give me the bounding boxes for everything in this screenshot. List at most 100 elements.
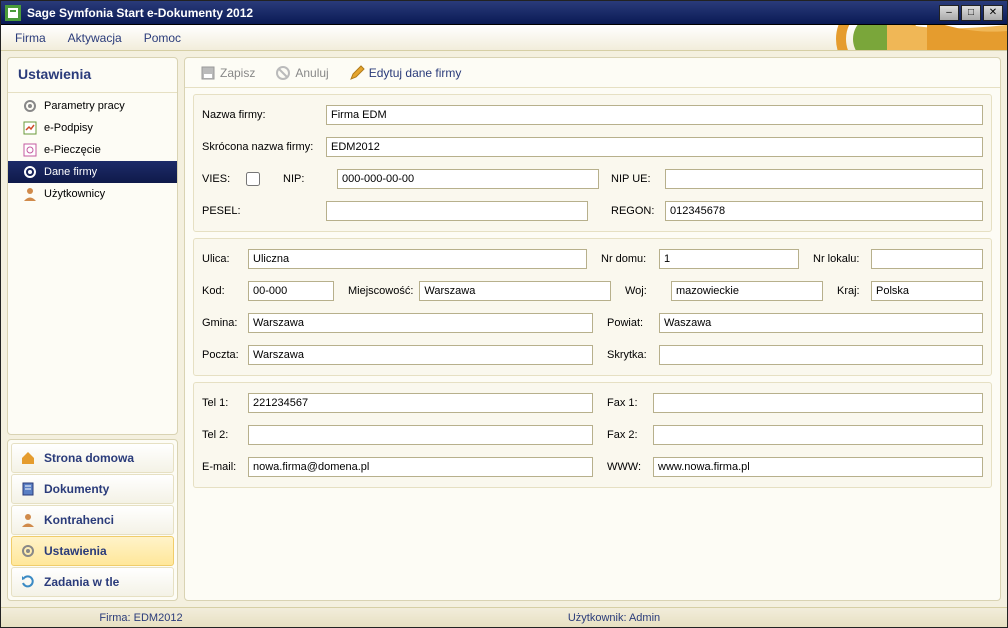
nav-label: Zadania w tle [44,575,119,589]
sidebar-item-parametry-pracy[interactable]: Parametry pracy [8,95,177,117]
label-skrocona-nazwa: Skrócona nazwa firmy: [202,141,320,153]
label-skrytka: Skrytka: [607,349,653,361]
app-window: Sage Symfonia Start e-Dokumenty 2012 – □… [0,0,1008,628]
nr-domu-input[interactable] [659,249,799,269]
menu-aktywacja[interactable]: Aktywacja [64,29,126,47]
edit-label: Edytuj dane firmy [369,66,462,80]
label-tel1: Tel 1: [202,397,242,409]
gear-icon [22,98,38,114]
label-nip: NIP: [283,173,331,185]
statusbar: Firma: EDM2012 Użytkownik: Admin [1,607,1007,627]
nip-input[interactable] [337,169,599,189]
poczta-input[interactable] [248,345,593,365]
label-www: WWW: [607,461,647,473]
www-input[interactable] [653,457,983,477]
nr-lokalu-input[interactable] [871,249,983,269]
skrytka-input[interactable] [659,345,983,365]
nav-label: Kontrahenci [44,513,114,527]
nav-label: Dokumenty [44,482,109,496]
user-icon [20,512,36,528]
menubar-decoration [647,25,1007,51]
nav-documents[interactable]: Dokumenty [11,474,174,504]
woj-input[interactable] [671,281,823,301]
label-poczta: Poczta: [202,349,242,361]
sidebar-item-uzytkownicy[interactable]: Użytkownicy [8,183,177,205]
nip-ue-input[interactable] [665,169,983,189]
titlebar: Sage Symfonia Start e-Dokumenty 2012 – □… [1,1,1007,25]
close-button[interactable]: ✕ [983,5,1003,21]
tel2-input[interactable] [248,425,593,445]
nav-zadania[interactable]: Zadania w tle [11,567,174,597]
home-icon [20,450,36,466]
main-area: Ustawienia Parametry pracy e-Podpisy e-P… [1,51,1007,607]
ulica-input[interactable] [248,249,587,269]
maximize-button[interactable]: □ [961,5,981,21]
settings-tree-panel: Ustawienia Parametry pracy e-Podpisy e-P… [7,57,178,435]
gear-icon [20,543,36,559]
nav-kontrahenci[interactable]: Kontrahenci [11,505,174,535]
menubar: Firma Aktywacja Pomoc [1,25,1007,51]
window-title: Sage Symfonia Start e-Dokumenty 2012 [27,6,939,20]
kraj-input[interactable] [871,281,983,301]
cancel-icon [275,65,291,81]
gmina-input[interactable] [248,313,593,333]
nav-ustawienia[interactable]: Ustawienia [11,536,174,566]
sidebar-item-dane-firmy[interactable]: Dane firmy [8,161,177,183]
label-powiat: Powiat: [607,317,653,329]
label-fax1: Fax 1: [607,397,647,409]
cancel-button[interactable]: Anuluj [268,62,335,84]
miejscowosc-input[interactable] [419,281,611,301]
label-vies: VIES: [202,173,236,185]
status-user: Użytkownik: Admin [311,612,917,624]
email-input[interactable] [248,457,593,477]
save-icon [200,65,216,81]
sidebar-header: Ustawienia [8,58,177,93]
menu-firma[interactable]: Firma [11,29,50,47]
pencil-icon [349,65,365,81]
sidebar-item-label: Dane firmy [44,166,97,178]
kod-input[interactable] [248,281,334,301]
minimize-button[interactable]: – [939,5,959,21]
label-fax2: Fax 2: [607,429,647,441]
pesel-input[interactable] [326,201,588,221]
user-icon [22,186,38,202]
sidebar-item-label: e-Pieczęcie [44,144,101,156]
menu-pomoc[interactable]: Pomoc [140,29,185,47]
vies-checkbox[interactable] [246,172,260,186]
group-address: Ulica: Nr domu: Nr lokalu: Kod: Miejscow… [193,238,992,376]
document-icon [20,481,36,497]
save-label: Zapisz [220,66,255,80]
label-kraj: Kraj: [837,285,865,297]
label-miejscowosc: Miejscowość: [348,285,413,297]
sidebar-item-label: e-Podpisy [44,122,93,134]
label-tel2: Tel 2: [202,429,242,441]
cancel-label: Anuluj [295,66,328,80]
group-identity: Nazwa firmy: Skrócona nazwa firmy: VIES:… [193,94,992,232]
tel1-input[interactable] [248,393,593,413]
sidebar-item-label: Parametry pracy [44,100,125,112]
label-pesel: PESEL: [202,205,320,217]
signature-icon [22,120,38,136]
label-nip-ue: NIP UE: [611,173,659,185]
content-panel: Zapisz Anuluj Edytuj dane firmy Nazwa fi… [184,57,1001,601]
label-nr-lokalu: Nr lokalu: [813,253,865,265]
sidebar: Ustawienia Parametry pracy e-Podpisy e-P… [7,57,178,601]
fax1-input[interactable] [653,393,983,413]
group-contact: Tel 1: Fax 1: Tel 2: Fax 2: E-mail: [193,382,992,488]
nav-home[interactable]: Strona domowa [11,443,174,473]
edit-button[interactable]: Edytuj dane firmy [342,62,469,84]
skrocona-nazwa-input[interactable] [326,137,983,157]
nazwa-firmy-input[interactable] [326,105,983,125]
form-body: Nazwa firmy: Skrócona nazwa firmy: VIES:… [185,88,1000,600]
regon-input[interactable] [665,201,983,221]
nav-section: Strona domowa Dokumenty Kontrahenci Usta… [7,439,178,601]
save-button[interactable]: Zapisz [193,62,262,84]
sidebar-item-e-pieczecie[interactable]: e-Pieczęcie [8,139,177,161]
powiat-input[interactable] [659,313,983,333]
settings-tree: Parametry pracy e-Podpisy e-Pieczęcie Da… [8,93,177,434]
fax2-input[interactable] [653,425,983,445]
label-woj: Woj: [625,285,665,297]
toolbar: Zapisz Anuluj Edytuj dane firmy [185,58,1000,88]
company-gear-icon [22,164,38,180]
sidebar-item-e-podpisy[interactable]: e-Podpisy [8,117,177,139]
